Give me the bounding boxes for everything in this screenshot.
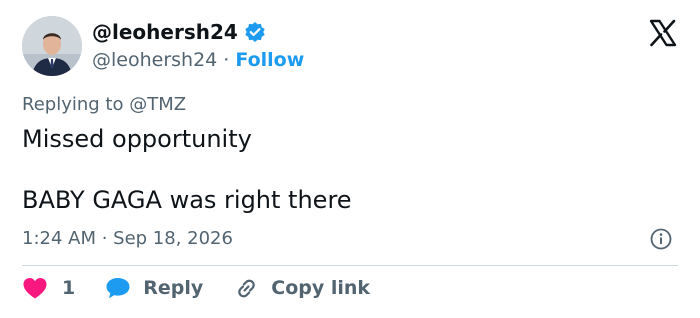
divider <box>22 265 678 266</box>
tweet-actions: 1 Reply Copy link <box>22 276 370 300</box>
follow-button[interactable]: Follow <box>235 47 304 73</box>
x-logo-icon[interactable] <box>648 18 678 48</box>
copy-link-label: Copy link <box>271 277 371 299</box>
heart-icon <box>23 278 47 299</box>
tweet-timestamp[interactable]: 1:24 AM · Sep 18, 2026 <box>22 227 233 251</box>
info-icon[interactable] <box>650 228 672 250</box>
author-handle[interactable]: @leohersh24 <box>92 47 217 73</box>
author-handle-row: @leohersh24 · Follow <box>92 47 304 73</box>
handle-separator: · <box>217 49 236 71</box>
speech-bubble-icon <box>106 278 130 299</box>
copy-link-button[interactable]: Copy link <box>233 276 370 300</box>
tweet-text-line: Missed opportunity <box>22 125 252 153</box>
avatar[interactable] <box>22 16 82 76</box>
reply-button[interactable]: Reply <box>105 276 203 300</box>
like-button[interactable]: 1 <box>22 276 75 300</box>
link-icon <box>238 279 256 298</box>
like-count: 1 <box>62 277 76 299</box>
author-display-name[interactable]: @leohersh24 <box>92 19 238 45</box>
reply-label: Reply <box>143 277 204 299</box>
author-name-row: @leohersh24 <box>92 19 266 45</box>
tweet-text-line: BABY GAGA was right there <box>22 186 352 214</box>
verified-badge-icon <box>244 21 266 43</box>
replying-to[interactable]: Replying to @TMZ <box>22 93 186 117</box>
